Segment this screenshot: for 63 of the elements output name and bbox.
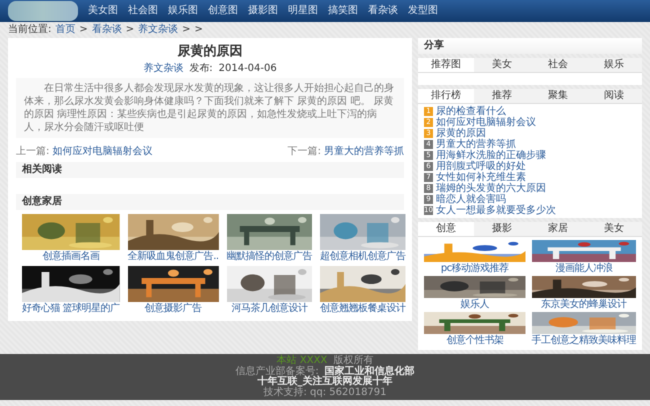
tab[interactable]: 创意 <box>418 222 474 236</box>
breadcrumb-text: > <box>194 24 203 36</box>
ranking-link[interactable]: 尿黄的原因 <box>436 128 486 140</box>
article-title: 尿黄的原因 <box>176 44 244 60</box>
breadcrumb-link[interactable]: 首页 <box>55 24 76 36</box>
nav-link[interactable]: 娱乐图 <box>168 5 198 17</box>
footer-text: 十年互联_关注互联网发展十年 <box>258 376 392 388</box>
nav-link[interactable]: 摄影图 <box>248 5 278 17</box>
breadcrumb-text: > <box>182 24 191 36</box>
thumbnail-caption[interactable]: 创意个性书架 <box>446 335 504 347</box>
prev-label: 上一篇: <box>16 146 50 158</box>
section-heading: 相关阅读 <box>16 162 404 178</box>
thumbnail-caption[interactable]: 娱乐人 <box>460 299 489 311</box>
breadcrumb-text: 当前位置: <box>8 24 52 36</box>
thumbnail-caption[interactable]: 创意翘翘板餐桌设计 <box>320 302 406 315</box>
breadcrumb-text: > <box>79 24 88 36</box>
prev-link[interactable]: 如何应对电脑辐射会议 <box>52 146 152 158</box>
next-label: 下一篇: <box>288 146 321 158</box>
ranking-link[interactable]: 尿的检查看什么 <box>436 106 506 118</box>
ranking-link[interactable]: 瑞姆的头发黄的六大原因 <box>436 182 546 194</box>
thumbnail-caption[interactable]: 创意插画名画 <box>42 250 100 263</box>
thumbnail-caption[interactable]: 超创意相机创意广告 <box>320 250 406 263</box>
nav-link[interactable]: 看杂谈 <box>368 5 398 17</box>
thumbnail-caption[interactable]: pc移动游戏推荐 <box>440 263 509 275</box>
thumbnail-caption[interactable]: 创意摄影广告 <box>144 302 202 315</box>
tab[interactable]: 推荐图 <box>418 58 474 72</box>
ranking-link[interactable]: 暗恋人就会害吗 <box>436 194 506 206</box>
thumbnail-caption[interactable]: 河马茶几创意设计 <box>231 302 308 315</box>
article-body: 在日常生活中很多人都会发现尿水发黄的现象，这让很多人开始担心起自己的身体来，那么尿水发黄会影响身体健康吗？下面我们就来了解下 尿黄的原因 吧。 尿黄的原因 病理性原因：某些疾病也是引起尿黄的原因，如急性发烧或上吐下泻的病人，尿水分会随汗或呕吐便 <box>16 78 404 138</box>
breadcrumb-link[interactable]: 看杂谈 <box>92 24 122 36</box>
thumbnail-caption[interactable]: 漫画能人冲浪 <box>555 263 612 275</box>
section-heading: 创意家居 <box>16 194 404 210</box>
ranking-link[interactable]: 如何应对电脑辐射会议 <box>436 116 536 128</box>
breadcrumb-link[interactable]: 养文杂谈 <box>138 24 178 36</box>
ranking-link[interactable]: 女人一想最多就要受多少次 <box>436 204 556 216</box>
thumbnail-caption[interactable]: 东京美女的蜂巢设计 <box>541 299 626 311</box>
nav-link[interactable]: 明星图 <box>288 5 318 17</box>
nav-link[interactable]: 发型图 <box>408 5 438 17</box>
footer-text: 信息产业部备案号: <box>235 366 319 377</box>
share-heading: 分享 <box>418 38 642 54</box>
tab[interactable]: 排行榜 <box>418 89 474 103</box>
breadcrumb-text: > <box>126 24 134 36</box>
ranking-link[interactable]: 用海鲜水洗脸的正确步骤 <box>436 150 546 162</box>
footer-text: 版权所有 <box>333 355 374 366</box>
nav-link[interactable]: 搞笑图 <box>328 5 358 17</box>
thumbnail-caption[interactable]: 好奇心猫 篮球明星的广 <box>22 302 120 315</box>
thumbnail-caption[interactable]: 全新吸血鬼创意广告.. <box>128 250 219 263</box>
nav-link[interactable]: 创意图 <box>208 5 238 17</box>
article-date: 2014-04-06 <box>218 62 277 75</box>
category-link[interactable]: 养文杂谈 <box>143 62 184 75</box>
ranking-link[interactable]: 女性如何补充维生素 <box>436 172 526 184</box>
thumbnail-caption[interactable]: 手工创意之精致美味料理 <box>532 335 636 347</box>
next-link[interactable]: 男童大的营养等抓 <box>324 146 404 158</box>
footer-text: 本站 XXXX <box>276 355 328 366</box>
logo-mosaic <box>8 1 78 21</box>
thumbnail-caption[interactable]: 幽默搞怪的创意广告 <box>226 250 312 263</box>
published-label: 发布: <box>189 62 213 75</box>
footer-text: 技术支持: qq: 562018791 <box>263 386 387 399</box>
ranking-link[interactable]: 男童大的营养等抓 <box>436 138 516 150</box>
footer-text: 国家工业和信息化部 <box>324 366 415 377</box>
ranking-link[interactable]: 用剖腹式呼吸的好处 <box>436 160 526 172</box>
nav-link[interactable]: 美女图 <box>88 5 118 17</box>
nav-link[interactable]: 社会图 <box>128 5 158 17</box>
